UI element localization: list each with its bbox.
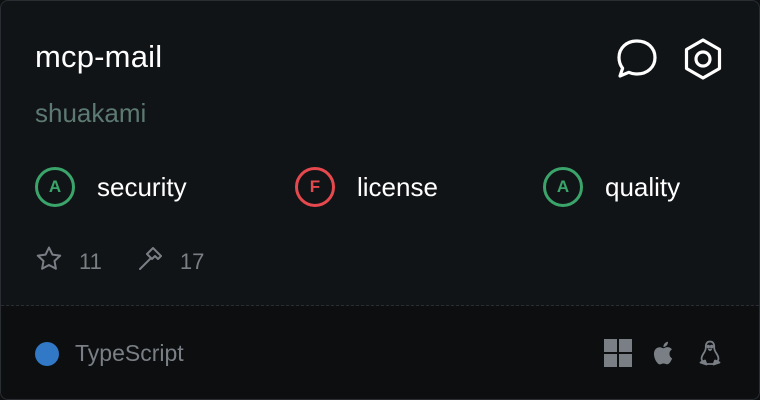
stars-count: 11 [79,248,102,274]
grade-label: quality [605,171,681,202]
apple-icon [649,338,679,368]
grade-label: license [357,171,438,202]
linux-icon [695,338,725,368]
tools-count: 17 [179,248,205,274]
repo-name[interactable]: mcp-mail [35,39,162,75]
platform-icons [603,338,725,368]
grade-row: A security F license A quality [35,167,735,211]
windows-icon [603,338,633,368]
grade-license[interactable]: F license [295,167,438,207]
repo-owner[interactable]: shuakami [35,98,146,129]
grade-badge: A [543,167,583,207]
tools-stat[interactable]: 17 [136,245,204,278]
hammer-icon [136,245,164,278]
language-name: TypeScript [75,340,184,366]
grade-badge: F [295,167,335,207]
language: TypeScript [35,340,184,367]
server-card[interactable]: mcp-mail shuakami A security F license A… [0,0,760,400]
stars-stat[interactable]: 11 [35,245,102,278]
grade-quality[interactable]: A quality [543,167,680,207]
card-footer: TypeScript [1,306,759,399]
grade-badge: A [35,167,75,207]
chat-icon[interactable] [615,37,659,81]
language-dot [35,341,59,366]
star-icon [35,245,63,278]
grade-security[interactable]: A security [35,167,187,207]
grade-label: security [97,171,187,202]
stats-row: 11 17 [35,245,204,278]
card-actions [615,37,725,81]
settings-hex-icon[interactable] [681,37,725,81]
